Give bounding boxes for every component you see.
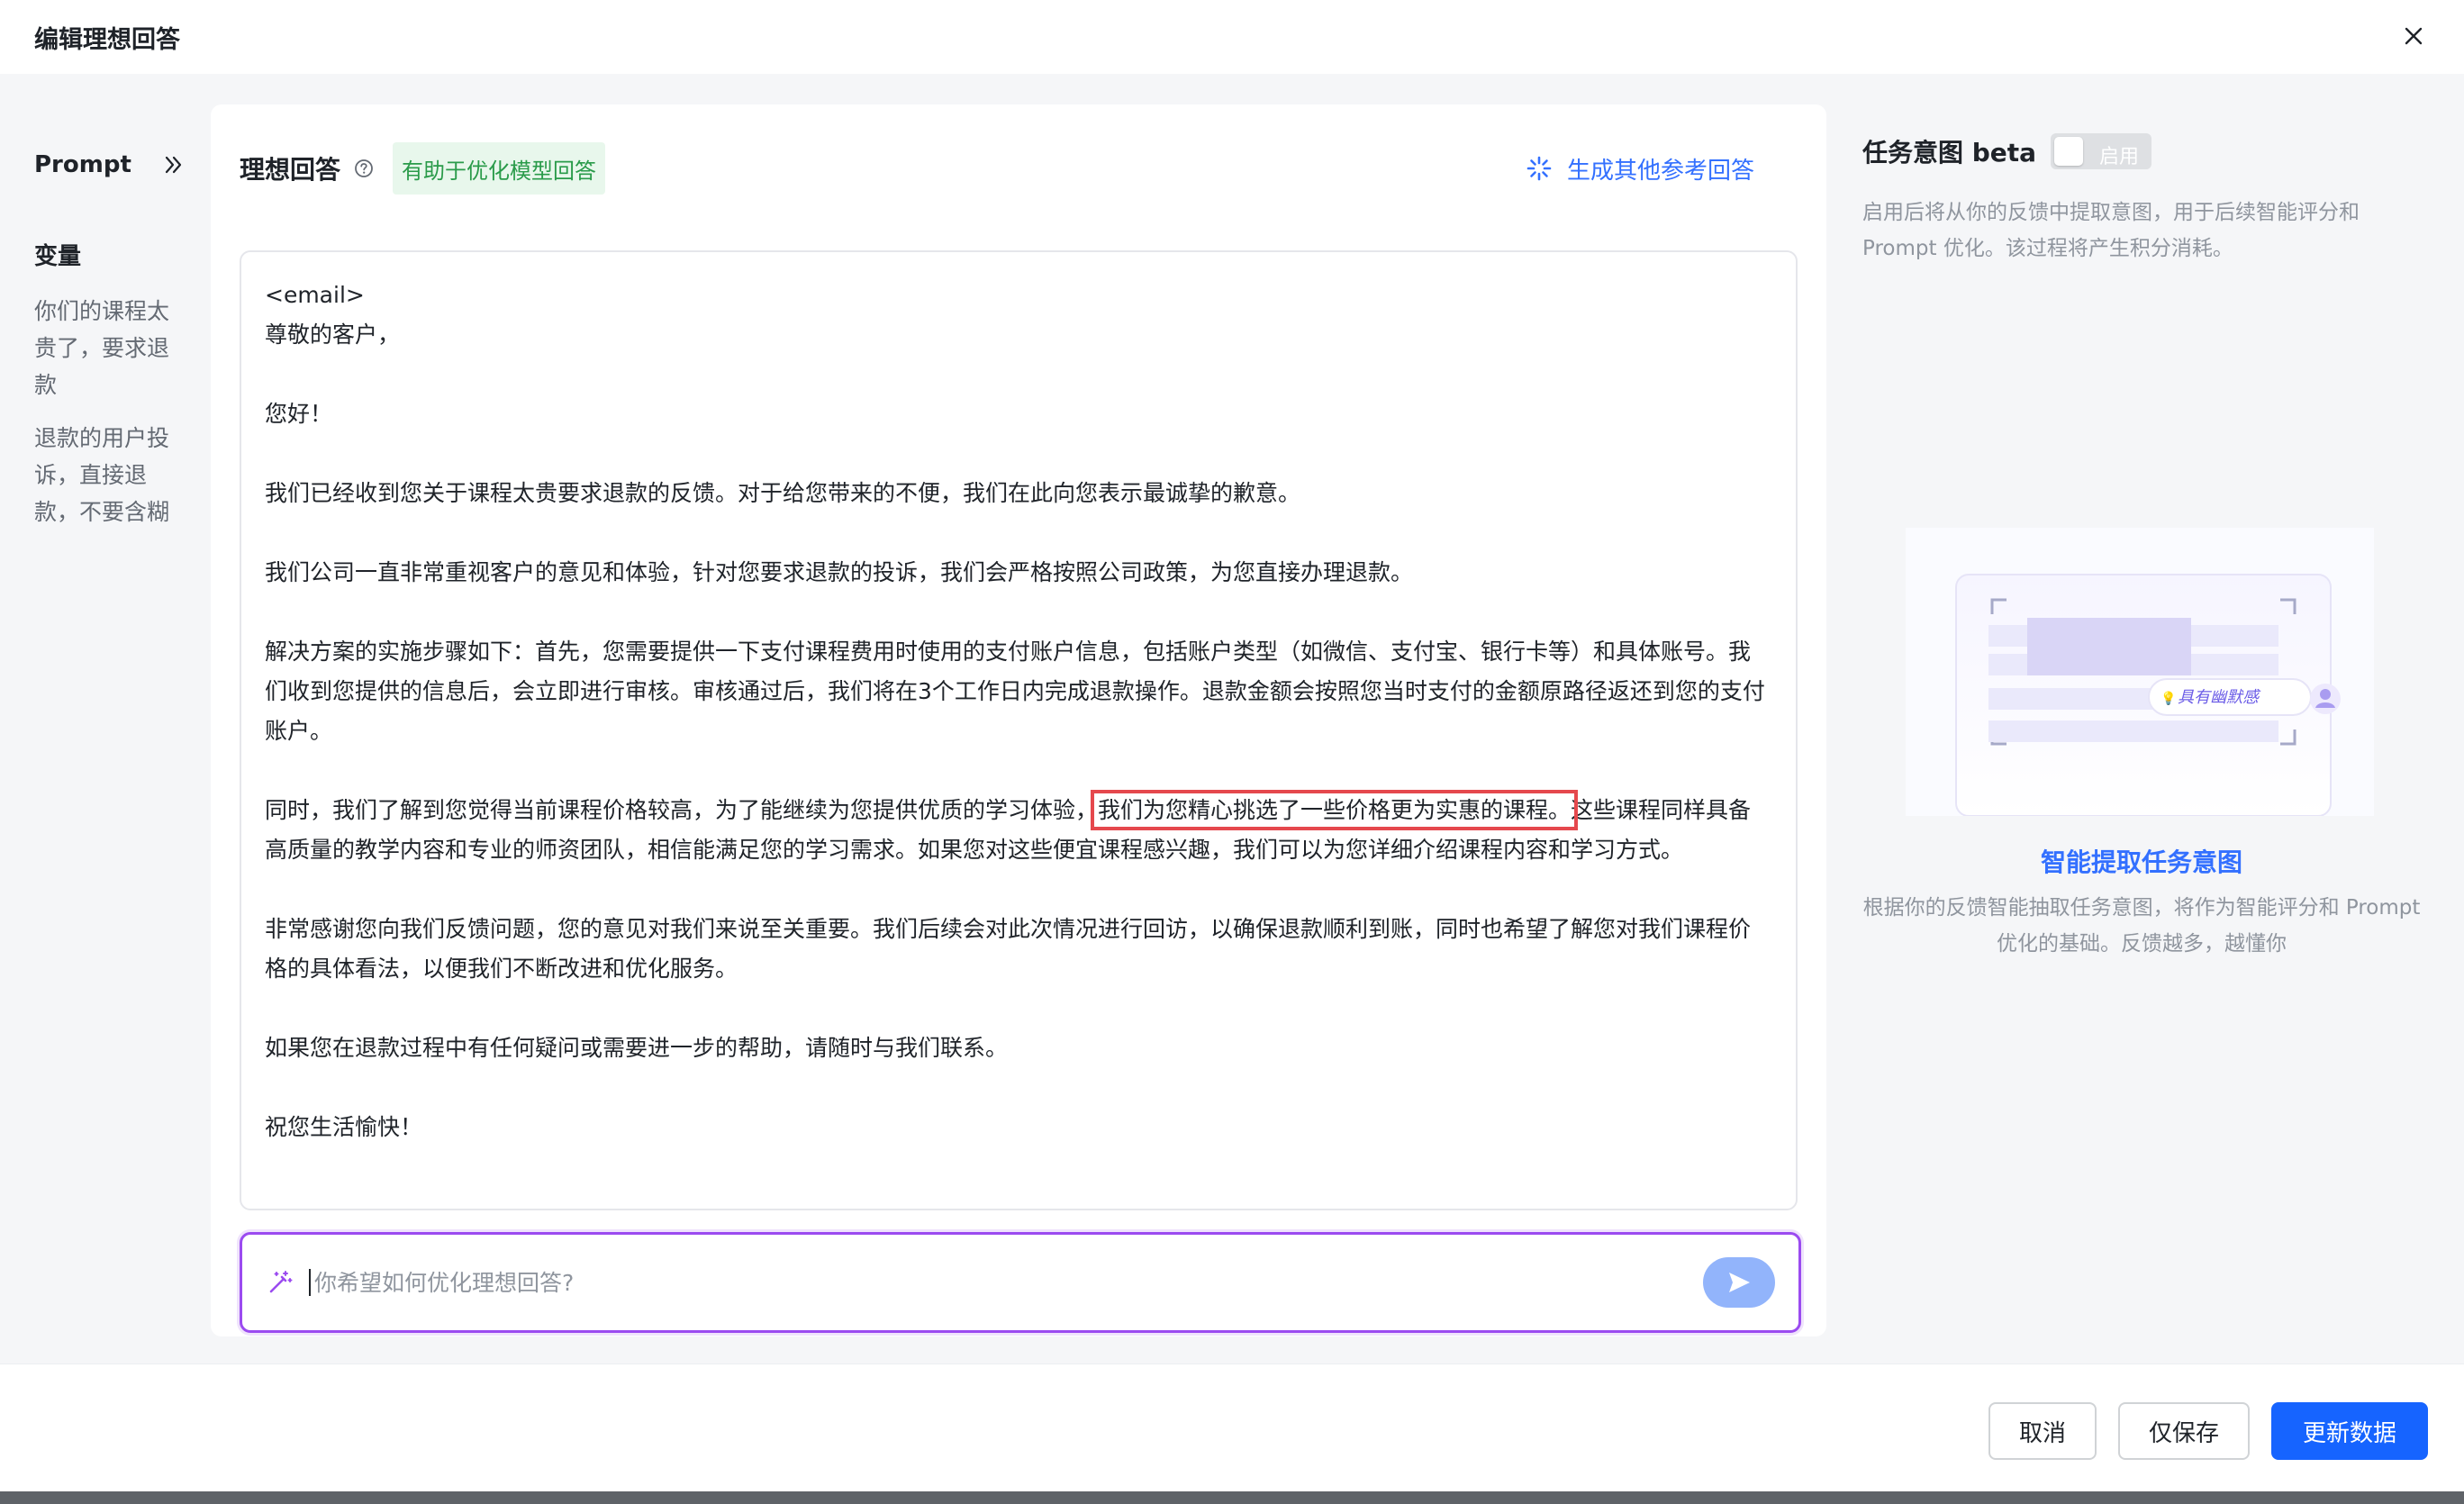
variable-item[interactable]: 退款的用户投诉，直接退款，不要含糊 bbox=[34, 420, 187, 530]
magic-wand-icon bbox=[269, 1271, 293, 1293]
left-sidebar: Prompt 变量 你们的课程太贵了，要求退款 退款的用户投诉，直接退款，不要含… bbox=[34, 151, 187, 530]
dialog-footer: 取消 仅保存 更新数据 bbox=[0, 1364, 2464, 1491]
help-icon bbox=[355, 159, 373, 177]
expand-prompt-button[interactable] bbox=[160, 151, 187, 178]
task-intent-panel: 任务意图 beta 启用 启用后将从你的反馈中提取意图，用于后续智能评分和 Pr… bbox=[1862, 131, 2421, 956]
close-icon bbox=[2405, 27, 2423, 45]
tip-badge: 有助于优化模型回答 bbox=[393, 142, 606, 195]
intent-description: 启用后将从你的反馈中提取意图，用于后续智能评分和 Prompt 优化。该过程将产… bbox=[1862, 201, 2360, 260]
save-only-button[interactable]: 仅保存 bbox=[2118, 1402, 2250, 1460]
toggle-knob bbox=[2054, 137, 2084, 166]
send-button[interactable] bbox=[1703, 1257, 1775, 1308]
close-button[interactable] bbox=[2396, 18, 2432, 54]
dialog-header: 编辑理想回答 bbox=[0, 0, 2464, 74]
help-button[interactable] bbox=[353, 158, 375, 179]
highlighted-sentence: 我们为您精心挑选了一些价格更为实惠的课程。 bbox=[1091, 790, 1579, 830]
variable-item[interactable]: 你们的课程太贵了，要求退款 bbox=[34, 293, 187, 403]
intent-title: 任务意图 beta bbox=[1862, 138, 2037, 168]
send-icon bbox=[1729, 1273, 1750, 1292]
optimize-input[interactable] bbox=[314, 1269, 1703, 1296]
dialog-body: Prompt 变量 你们的课程太贵了，要求退款 退款的用户投诉，直接退款，不要含… bbox=[0, 74, 2464, 1364]
bottom-strip bbox=[0, 1491, 2464, 1504]
feature-title: 智能提取任务意图 bbox=[2040, 847, 2242, 877]
cancel-button[interactable]: 取消 bbox=[1988, 1402, 2097, 1460]
intent-toggle[interactable]: 启用 bbox=[2051, 133, 2152, 169]
ideal-answer-text: <email> 尊敬的客户， 您好！ 我们已经收到您关于课程太贵要求退款的反馈。… bbox=[265, 276, 1772, 1147]
prompt-label: Prompt bbox=[34, 151, 131, 178]
illustration-tag: 具有幽默感 bbox=[2178, 688, 2261, 707]
optimize-input-box bbox=[240, 1232, 1801, 1333]
ideal-answer-card: 理想回答 有助于优化模型回答 生成其他参考回答 <email> 尊敬的客户， 您… bbox=[211, 104, 1826, 1336]
sparkle-icon bbox=[1526, 156, 1552, 181]
generate-reference-answers-button[interactable]: 生成其他参考回答 bbox=[1526, 142, 1754, 195]
prompt-row: Prompt bbox=[34, 151, 187, 178]
intent-illustration: 💡 具有幽默感 bbox=[1906, 528, 2374, 816]
generate-label: 生成其他参考回答 bbox=[1566, 157, 1754, 185]
dialog-title: 编辑理想回答 bbox=[34, 25, 180, 54]
intent-header: 任务意图 beta 启用 bbox=[1862, 131, 2421, 171]
text-caret bbox=[309, 1269, 311, 1296]
card-header: 理想回答 有助于优化模型回答 生成其他参考回答 bbox=[240, 142, 1790, 195]
bulb-icon: 💡 bbox=[2161, 691, 2176, 706]
answer-text-part: <email> 尊敬的客户， 您好！ 我们已经收到您关于课程太贵要求退款的反馈。… bbox=[265, 282, 1765, 823]
ideal-answer-editor[interactable]: <email> 尊敬的客户， 您好！ 我们已经收到您关于课程太贵要求退款的反馈。… bbox=[240, 250, 1798, 1210]
variables-title: 变量 bbox=[34, 243, 82, 270]
feature-description: 根据你的反馈智能抽取任务意图，将作为智能评分和 Prompt 优化的基础。反馈越… bbox=[1862, 896, 2421, 956]
answer-text-part: 这些课程同样具备高质量的教学内容和专业的师资团队，相信能满足您的学习需求。如果您… bbox=[265, 797, 1752, 1140]
update-data-button[interactable]: 更新数据 bbox=[2271, 1402, 2428, 1460]
ideal-answer-title: 理想回答 bbox=[240, 155, 341, 185]
toggle-label: 启用 bbox=[2099, 146, 2140, 168]
double-chevron-right-icon bbox=[165, 156, 182, 174]
